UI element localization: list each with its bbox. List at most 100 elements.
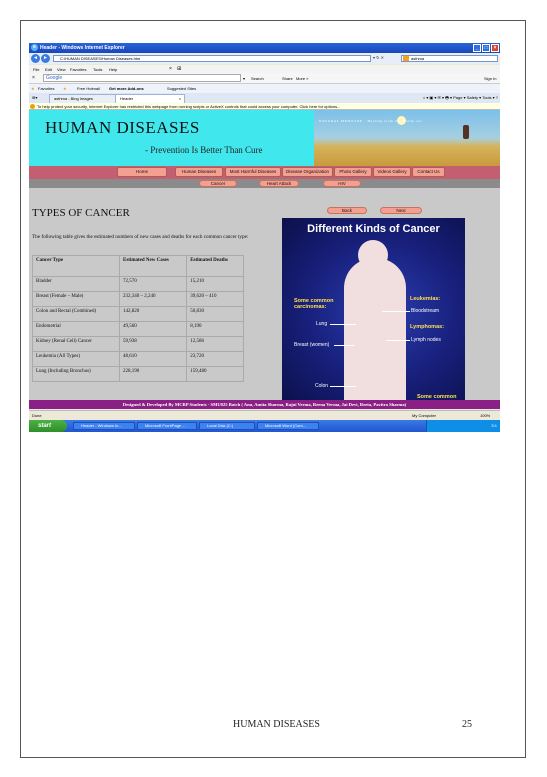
refresh-stop-icons[interactable]: ▾ ↻ ✕ [373,55,384,60]
table-row: Leukemia (All Types) 48,610 23,720 [32,351,244,367]
command-bar[interactable]: ⌂ ▾ ▣ ▾ ✉ ▾ 🖶 ▾ Page ▾ Safety ▾ Tools ▾ … [423,95,498,102]
taskbar-item[interactable]: Header - Windows In... [73,422,135,430]
subnav-hiv[interactable]: HIV [323,180,361,187]
menu-favorites[interactable]: Favorites [70,67,86,72]
subnav-cancer[interactable]: Cancer [199,180,237,187]
quick-tabs-icon[interactable]: ⊞▾ [32,95,37,100]
table-row: Endometrial 49,560 8,190 [32,321,244,337]
address-row: ◄ ► C:\HUMAN DISEASES\Human Diseases.htm… [29,53,500,64]
diagram-lymph-nodes-label: Lymph nodes [411,337,441,343]
nav-contact-us[interactable]: Contact Us [412,167,445,177]
page-number: 25 [462,719,472,730]
col-new-cases: Estimated New Cases [118,255,188,277]
start-button[interactable]: start [29,420,67,432]
diagram-breast-label: Breast (women) [294,342,330,348]
status-zoom[interactable]: 100% [480,413,490,418]
fav-get-addons[interactable]: Get more Add-ons [109,86,144,91]
pointer-line [330,324,356,325]
nav-home[interactable]: Home [117,167,167,177]
google-search-field[interactable]: Google [43,74,241,82]
command-bar-menus[interactable]: Page ▾ Safety ▾ Tools ▾ [453,95,495,100]
live-search-query: asthma [411,56,425,61]
menu-view[interactable]: View [57,67,66,72]
tab-bing-images[interactable]: asthma - Bing Images [49,94,124,103]
fav-suggested-sites[interactable]: Suggested Sites [167,86,196,91]
taskbar-item[interactable]: Local Disk (C:) [199,422,255,430]
nav-photo-gallery[interactable]: Photo Gallery [334,167,372,177]
google-more-button[interactable]: More » [296,76,308,81]
col-deaths: Estimated Deaths [186,255,244,277]
taskbar-item[interactable]: Microsoft Word (Com... [257,422,319,430]
tab-close-icon[interactable]: × [179,95,181,102]
back-arrow-icon[interactable]: ◄ [31,54,40,63]
intro-paragraph: The following table gives the estimated … [32,234,249,240]
cell-type: Kidney (Renal Cell) Cancer [32,336,120,352]
security-info-bar[interactable]: To help protect your security, Internet … [29,103,500,110]
warning-icon [30,104,35,109]
cell-type: Colon and Rectal (Combined) [32,306,120,322]
google-logo: Google [46,75,63,81]
google-share-button[interactable]: Share [282,76,293,81]
google-sign-in-link[interactable]: Sign In [484,76,496,81]
maximize-icon[interactable]: □ [482,44,490,52]
menu-edit[interactable]: Edit [45,67,52,72]
cell-type: Leukemia (All Types) [32,351,120,367]
status-done: Done [32,413,42,418]
menu-help[interactable]: Help [109,67,117,72]
diagram-carcinomas-heading: Some common carcinomas: [294,298,334,310]
pointer-line [330,386,356,387]
google-close-icon[interactable]: × [32,75,35,81]
menu-file[interactable]: File [33,67,39,72]
google-search-button[interactable]: Search [251,76,264,81]
browser-screenshot: e Header - Windows Internet Explorer _ □… [29,43,500,432]
body-torso-graphic [344,258,406,404]
google-dropdown-icon[interactable]: ▾ [243,76,245,81]
pointer-line [382,311,410,312]
menu-tools[interactable]: Tools [93,67,102,72]
address-bar[interactable]: C:\HUMAN DISEASES\Human Diseases.htm [53,55,371,62]
window-controls: _ □ × [473,44,499,52]
bing-logo-icon [403,56,409,61]
cell-deaths: 12,586 [186,336,244,352]
cell-type: Lung (Including Bronchus) [32,366,120,382]
cell-cases: 49,560 [118,321,188,337]
diagram-colon-label: Colon [315,383,329,389]
cell-deaths: 50,830 [186,306,244,322]
site-footer: Designed & Developed By MCRP Students - … [29,400,500,409]
cell-cases: 72,570 [118,276,188,292]
table-row: Kidney (Renal Cell) Cancer 59,938 12,586 [32,336,244,352]
tab-header[interactable]: Header × [115,94,185,103]
diagram-lung-label: Lung [316,321,328,327]
cell-type: Endometrial [32,321,120,337]
favorites-bar: ★ Favorites ★ Free Hotmail Get more Add-… [29,84,500,93]
convert-icon[interactable]: ⊞ [177,66,181,72]
live-search-box[interactable]: asthma [401,55,498,62]
nav-most-harmful[interactable]: Most Harmful Diseases [225,167,281,177]
nav-videos-gallery[interactable]: Videos Gallery [373,167,411,177]
close-icon[interactable]: × [491,44,499,52]
back-button[interactable]: Back [327,207,367,214]
nav-human-diseases[interactable]: Human Diseases [175,167,223,177]
nav-disease-organization[interactable]: Disease Organization [282,167,333,177]
table-header-row: Cancer Type Estimated New Cases Estimate… [32,255,244,277]
taskbar-item[interactable]: Microsoft FrontPage ... [137,422,197,430]
status-bar: Done My Computer 100% [29,410,500,419]
site-header: HUMAN DISEASES - Prevention Is Better Th… [29,110,500,166]
cancer-diagram-image: Different Kinds of Cancer Some common ca… [282,218,465,404]
cell-type: Breast (Female – Male) [32,291,120,307]
subnav-heart-attack[interactable]: Heart Attack [259,180,299,187]
cell-cases: 59,938 [118,336,188,352]
ie-logo-icon: e [31,44,38,51]
minimize-icon[interactable]: _ [473,44,481,52]
col-cancer-type: Cancer Type [32,255,120,277]
favorites-star-icon[interactable]: ★ [31,86,35,91]
table-row: Bladder 72,570 15,210 [32,276,244,292]
system-tray: 5:1 [426,420,500,432]
forward-arrow-icon[interactable]: ► [41,54,50,63]
close-toolbar-icon[interactable]: × [169,66,172,72]
favorites-button[interactable]: Favorites [38,86,54,91]
cell-cases: 48,610 [118,351,188,367]
next-button[interactable]: Next [380,207,422,214]
add-favorite-icon[interactable]: ★ [63,86,67,91]
fav-free-hotmail[interactable]: Free Hotmail [77,86,100,91]
